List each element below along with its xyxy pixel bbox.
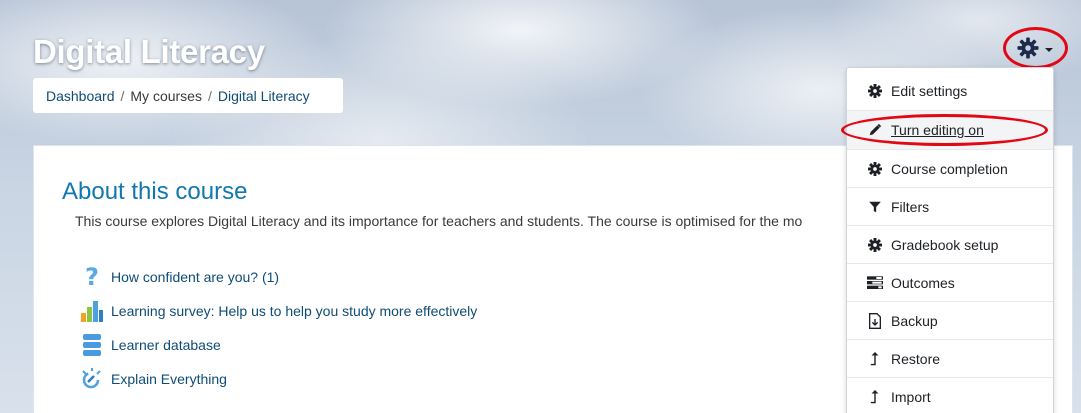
outcomes-icon [867, 275, 883, 291]
explain-icon [80, 367, 104, 391]
menu-item-label: Edit settings [891, 83, 968, 99]
filter-icon [867, 199, 883, 215]
course-summary: This course explores Digital Literacy an… [75, 213, 803, 229]
activity-link[interactable]: Learner database [111, 337, 221, 353]
about-course-heading: About this course [62, 178, 248, 205]
menu-item-filters[interactable]: Filters [847, 188, 1053, 226]
menu-item-outcomes[interactable]: Outcomes [847, 264, 1053, 302]
breadcrumb-separator: / [207, 87, 212, 104]
gear-icon [867, 237, 883, 253]
breadcrumb-my-courses[interactable]: My courses [130, 88, 202, 104]
upload-icon [867, 389, 883, 405]
menu-item-label: Backup [891, 313, 938, 329]
menu-item-label: Gradebook setup [891, 237, 999, 253]
menu-item-edit-settings[interactable]: Edit settings [847, 72, 1053, 110]
highlight-annotation [841, 114, 1048, 146]
activity-item[interactable]: Explain Everything [80, 367, 227, 391]
svg-text:?: ? [85, 265, 99, 289]
menu-item-label: Restore [891, 351, 941, 367]
activity-item[interactable]: Learner database [80, 333, 221, 357]
course-title: Digital Literacy [33, 33, 265, 70]
menu-item-label: Filters [891, 199, 930, 215]
activity-item[interactable]: ? How confident are you? (1) [80, 265, 279, 289]
activity-link[interactable]: Learning survey: Help us to help you stu… [111, 303, 477, 319]
menu-item-label: Outcomes [891, 275, 955, 291]
survey-chart-icon [80, 299, 104, 323]
gear-icon [867, 83, 883, 99]
menu-item-label: Course completion [891, 161, 1008, 177]
menu-item-gradebook-setup[interactable]: Gradebook setup [847, 226, 1053, 264]
gear-icon [867, 161, 883, 177]
backup-icon [867, 313, 883, 329]
menu-item-restore[interactable]: Restore [847, 340, 1053, 378]
activity-link[interactable]: How confident are you? (1) [111, 269, 279, 285]
activity-link[interactable]: Explain Everything [111, 371, 227, 387]
breadcrumb-dashboard[interactable]: Dashboard [46, 88, 115, 104]
breadcrumb-separator: / [120, 87, 125, 104]
database-icon [80, 333, 104, 357]
menu-item-course-completion[interactable]: Course completion [847, 150, 1053, 188]
highlight-annotation [1003, 27, 1068, 69]
activity-item[interactable]: Learning survey: Help us to help you stu… [80, 299, 477, 323]
menu-item-label: Import [891, 389, 931, 405]
breadcrumb-current-course[interactable]: Digital Literacy [218, 88, 310, 104]
menu-item-backup[interactable]: Backup [847, 302, 1053, 340]
question-icon: ? [80, 265, 104, 289]
breadcrumb: Dashboard / My courses / Digital Literac… [33, 78, 343, 113]
upload-icon [867, 351, 883, 367]
menu-item-import[interactable]: Import [847, 378, 1053, 413]
